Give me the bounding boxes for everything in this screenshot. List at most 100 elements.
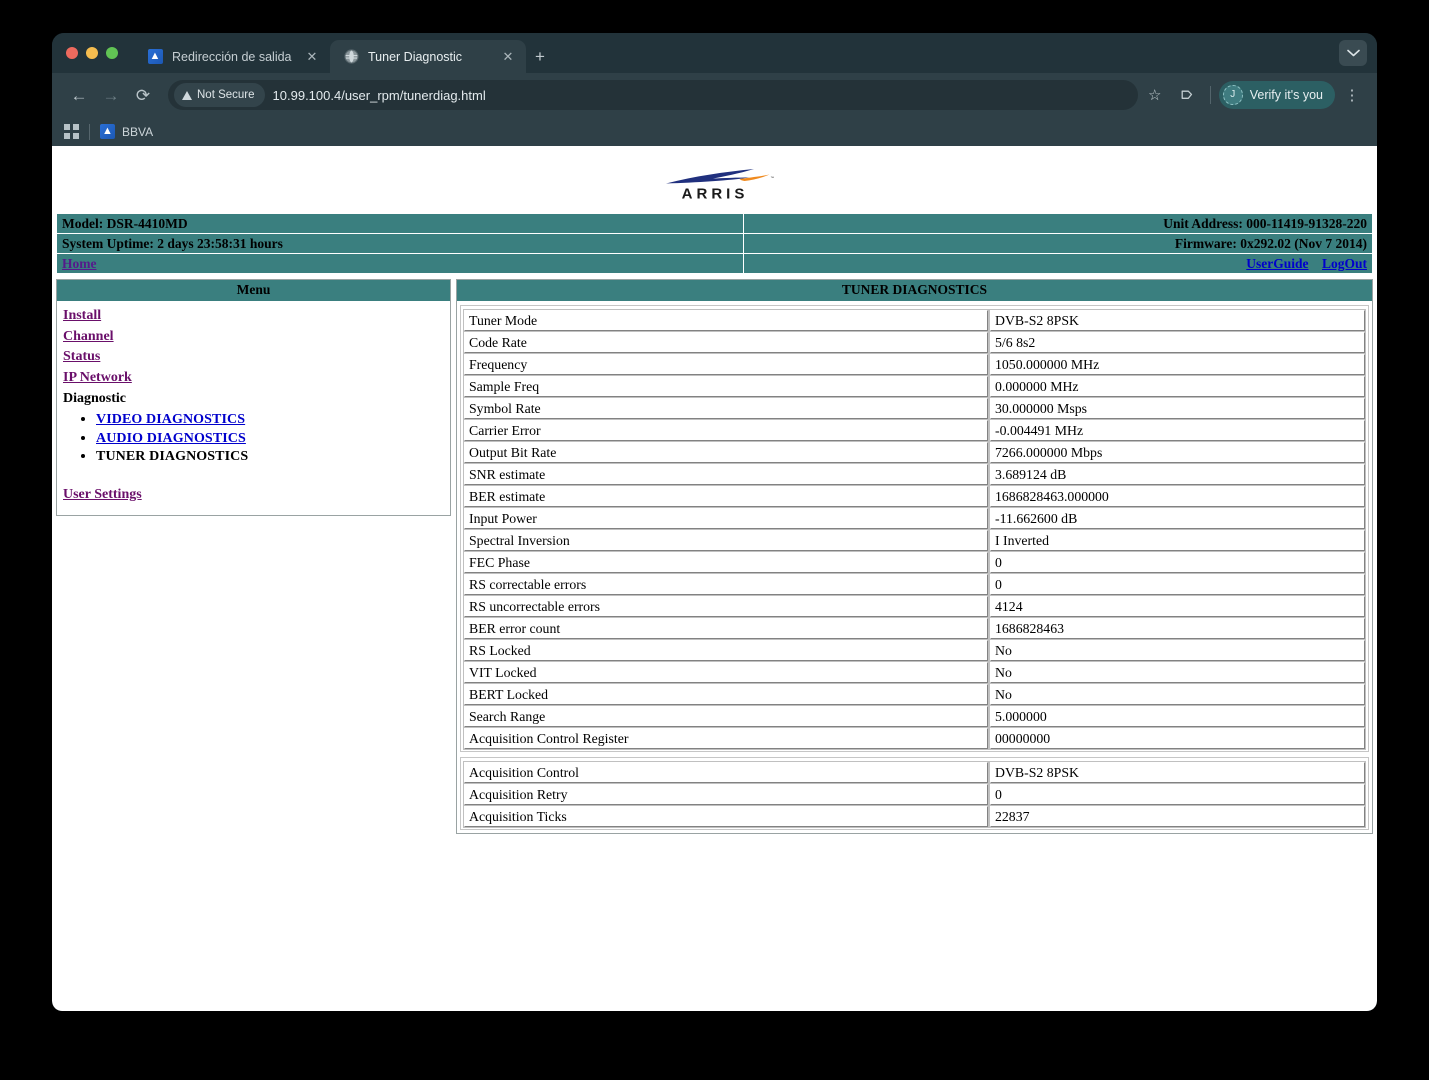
bookmark-item-bbva[interactable]: ▲ BBVA xyxy=(100,124,153,139)
svg-text:ARRIS: ARRIS xyxy=(681,185,748,200)
table-row: Carrier Error -0.004491 MHz xyxy=(463,419,1366,442)
table-row: BER estimate 1686828463.000000 xyxy=(463,485,1366,508)
account-links-cell: UserGuide LogOut xyxy=(744,254,1372,273)
page-body: Menu Install Channel Status IP Network D… xyxy=(56,279,1373,834)
table-row: RS correctable errors 0 xyxy=(463,573,1366,596)
diagnostic-value: 1686828463.000000 xyxy=(989,485,1366,508)
diagnostic-value: No xyxy=(989,661,1366,684)
sidebar-heading-diagnostic: Diagnostic xyxy=(63,391,126,406)
diagnostic-key: Acquisition Control xyxy=(463,761,989,784)
diagnostic-key: RS Locked xyxy=(463,639,989,662)
info-row-uptime: System Uptime: 2 days 23:58:31 hours Fir… xyxy=(57,234,1372,253)
diagnostic-value: 5.000000 xyxy=(989,705,1366,728)
tab-strip: ▲ Redirección de salida ✕ Tuner Diagnost… xyxy=(52,33,1377,73)
sidebar-item-user-settings[interactable]: User Settings xyxy=(63,485,142,506)
diagnostic-value: DVB-S2 8PSK xyxy=(989,761,1366,784)
tab-redireccion-de-salida[interactable]: ▲ Redirección de salida ✕ xyxy=(134,40,330,73)
new-tab-button[interactable]: + xyxy=(526,40,554,73)
diagnostic-value: No xyxy=(989,683,1366,706)
diagnostic-key: Acquisition Control Register xyxy=(463,727,989,750)
table-row: RS Locked No xyxy=(463,639,1366,662)
diagnostics-tbody-secondary: Acquisition Control DVB-S2 8PSK Acquisitio… xyxy=(463,761,1366,828)
close-tab-icon[interactable]: ✕ xyxy=(304,49,320,65)
minimize-window-button[interactable] xyxy=(86,47,98,59)
sidebar-item-video-diagnostics[interactable]: VIDEO DIAGNOSTICS xyxy=(96,412,245,427)
table-row: Tuner Mode DVB-S2 8PSK xyxy=(463,309,1366,332)
device-info-bar: Model: DSR-4410MD Unit Address: 000-1141… xyxy=(56,213,1373,274)
diagnostic-key: Spectral Inversion xyxy=(463,529,989,552)
reload-button[interactable]: ⟳ xyxy=(128,80,158,110)
browser-toolbar: ← → ⟳ Not Secure 10.99.100.4/user_rpm/tu… xyxy=(52,73,1377,117)
chevron-down-icon[interactable] xyxy=(1339,40,1367,66)
table-row: Output Bit Rate 7266.000000 Mbps xyxy=(463,441,1366,464)
arris-logo-svg: ™ ARRIS xyxy=(665,168,774,200)
bookmarks-bar: ▲ BBVA xyxy=(52,117,1377,146)
diagnostic-key: VIT Locked xyxy=(463,661,989,684)
sidebar-item-channel[interactable]: Channel xyxy=(63,327,114,348)
diagnostics-table-primary-wrap: Tuner Mode DVB-S2 8PSK Code Rate 5/6 8s2 Fre… xyxy=(460,305,1369,752)
table-row: Spectral Inversion I Inverted xyxy=(463,529,1366,552)
bbva-icon: ▲ xyxy=(147,49,163,65)
close-window-button[interactable] xyxy=(66,47,78,59)
table-row: Code Rate 5/6 8s2 xyxy=(463,331,1366,354)
globe-icon xyxy=(343,49,359,65)
diagnostic-value: 00000000 xyxy=(989,727,1366,750)
back-button[interactable]: ← xyxy=(64,80,94,110)
bbva-icon: ▲ xyxy=(100,124,115,139)
list-item: AUDIO DIAGNOSTICS xyxy=(96,429,444,448)
diagnostics-tbody-primary: Tuner Mode DVB-S2 8PSK Code Rate 5/6 8s2 Fre… xyxy=(463,309,1366,750)
forward-button[interactable]: → xyxy=(96,80,126,110)
page-content: ™ ARRIS Model: DSR-4410MD Unit Address: … xyxy=(52,146,1377,1011)
security-status-badge[interactable]: Not Secure xyxy=(174,83,265,107)
user-guide-link[interactable]: UserGuide xyxy=(1246,256,1308,271)
table-row: BER error count 1686828463 xyxy=(463,617,1366,640)
diagnostic-value: 0 xyxy=(989,573,1366,596)
sidebar-item-tuner-diagnostics-current: TUNER DIAGNOSTICS xyxy=(96,449,249,464)
address-bar[interactable]: Not Secure 10.99.100.4/user_rpm/tunerdia… xyxy=(168,80,1138,110)
sidebar-item-audio-diagnostics[interactable]: AUDIO DIAGNOSTICS xyxy=(96,431,246,446)
sidebar-item-status[interactable]: Status xyxy=(63,347,100,368)
firmware-label: Firmware: 0x292.02 (Nov 7 2014) xyxy=(744,234,1372,253)
warning-triangle-icon xyxy=(182,90,192,100)
diagnostics-table-secondary: Acquisition Control DVB-S2 8PSK Acquisitio… xyxy=(462,761,1367,828)
diagnostic-value: 30.000000 Msps xyxy=(989,397,1366,420)
diagnostic-key: SNR estimate xyxy=(463,463,989,486)
menu-title: Menu xyxy=(57,280,450,302)
bookmarks-divider xyxy=(89,123,90,140)
sidebar-item-install[interactable]: Install xyxy=(63,306,101,327)
table-row: Search Range 5.000000 xyxy=(463,705,1366,728)
home-link[interactable]: Home xyxy=(62,256,97,271)
diagnostic-key: RS uncorrectable errors xyxy=(463,595,989,618)
diagnostic-key: Sample Freq xyxy=(463,375,989,398)
bookmark-star-icon[interactable]: ☆ xyxy=(1140,80,1170,110)
apps-grid-icon[interactable] xyxy=(64,124,79,139)
window-traffic-lights xyxy=(66,33,134,73)
kebab-menu-icon[interactable]: ⋮ xyxy=(1337,80,1367,110)
table-row: RS uncorrectable errors 4124 xyxy=(463,595,1366,618)
maximize-window-button[interactable] xyxy=(106,47,118,59)
diagnostic-value: DVB-S2 8PSK xyxy=(989,309,1366,332)
profile-verify-button[interactable]: J Verify it's you xyxy=(1218,81,1335,109)
arris-logo: ™ ARRIS xyxy=(52,146,1377,213)
table-row: FEC Phase 0 xyxy=(463,551,1366,574)
diagnostic-value: 4124 xyxy=(989,595,1366,618)
diagnostic-value: 0 xyxy=(989,783,1366,806)
logout-link[interactable]: LogOut xyxy=(1322,256,1367,271)
menu-panel: Menu Install Channel Status IP Network D… xyxy=(56,279,451,516)
diagnostic-key: Code Rate xyxy=(463,331,989,354)
diagnostics-table-secondary-wrap: Acquisition Control DVB-S2 8PSK Acquisitio… xyxy=(460,757,1369,830)
tab-title: Redirección de salida xyxy=(172,49,292,64)
diagnostic-value: No xyxy=(989,639,1366,662)
diagnostic-key: Output Bit Rate xyxy=(463,441,989,464)
list-item: TUNER DIAGNOSTICS xyxy=(96,447,444,466)
diagnostic-value: 3.689124 dB xyxy=(989,463,1366,486)
avatar: J xyxy=(1222,85,1243,105)
sidebar-item-ip-network[interactable]: IP Network xyxy=(63,368,132,389)
table-row: Acquisition Control DVB-S2 8PSK xyxy=(463,761,1366,784)
tuner-diagnostics-panel: TUNER DIAGNOSTICS Tuner Mode DVB-S2 8PSK C… xyxy=(456,279,1373,834)
tab-tuner-diagnostic[interactable]: Tuner Diagnostic ✕ xyxy=(330,40,526,73)
close-tab-icon[interactable]: ✕ xyxy=(500,49,516,65)
browser-window: ▲ Redirección de salida ✕ Tuner Diagnost… xyxy=(52,33,1377,1011)
extensions-icon[interactable] xyxy=(1172,80,1202,110)
diagnostic-value: 0 xyxy=(989,551,1366,574)
